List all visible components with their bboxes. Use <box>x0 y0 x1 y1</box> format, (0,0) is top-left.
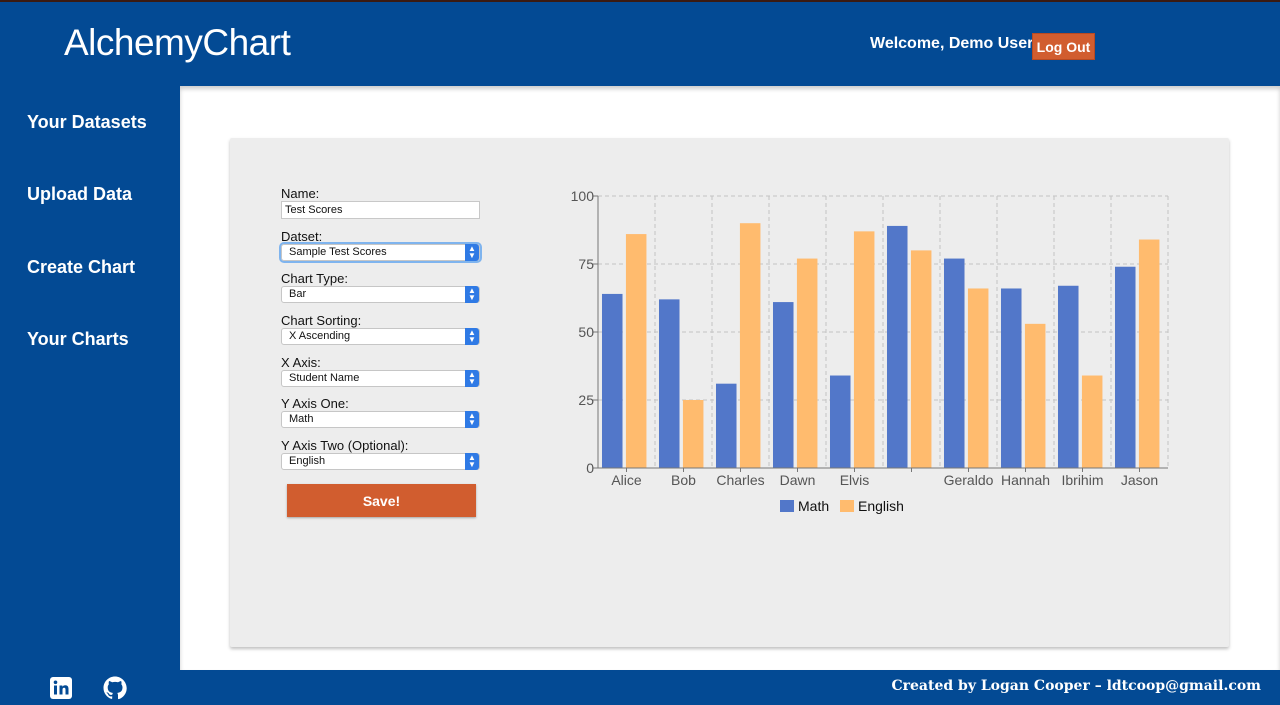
chart-type-select[interactable]: Bar ▲ ▼ <box>281 286 480 303</box>
sidebar-item-upload-data[interactable]: Upload Data <box>27 184 132 205</box>
x-tick-label: Charles <box>716 472 764 488</box>
github-icon[interactable] <box>103 676 127 700</box>
x-axis-select-value: Student Name <box>289 372 360 384</box>
y-axis-two-select-value: English <box>289 455 326 467</box>
bar-chart: 0 25 50 75 100 Alice Bob Charles Dawn Elvis Gerald… <box>571 188 1169 514</box>
legend-swatch-english <box>840 500 854 512</box>
name-input[interactable]: Test Scores <box>281 201 480 219</box>
name-label: Name: <box>281 186 320 201</box>
x-axis-label: X Axis: <box>281 355 321 370</box>
select-arrows-icon: ▲ ▼ <box>465 244 479 261</box>
legend-label-english: English <box>858 498 904 514</box>
bar-english-alice[interactable] <box>625 234 647 468</box>
bar-english-dawn[interactable] <box>796 258 818 468</box>
chart-sorting-label: Chart Sorting: <box>281 313 362 328</box>
bar-math-ibrihim[interactable] <box>1057 285 1079 468</box>
dataset-select[interactable]: Sample Test Scores ▲ ▼ <box>279 242 482 263</box>
bar-math-jason[interactable] <box>1114 266 1136 468</box>
bar-math-bob[interactable] <box>658 299 680 468</box>
footer-credit[interactable]: Created by Logan Cooper – ldtcoop@gmail.… <box>892 678 1262 694</box>
sidebar-item-create-chart[interactable]: Create Chart <box>27 257 135 278</box>
x-tick-label: Alice <box>611 472 642 488</box>
y-tick-label: 100 <box>571 188 595 204</box>
x-tick-label: Hannah <box>1001 472 1050 488</box>
dataset-select-value: Sample Test Scores <box>289 246 387 258</box>
bar-math-elvis[interactable] <box>829 375 851 468</box>
legend-label-math: Math <box>798 498 829 514</box>
bar-math-frank[interactable] <box>886 225 908 468</box>
y-axis-two-select[interactable]: English ▲ ▼ <box>281 453 480 470</box>
y-axis-one-select-value: Math <box>289 413 314 425</box>
select-arrows-icon: ▲ ▼ <box>465 286 479 303</box>
y-tick-label: 0 <box>586 460 594 476</box>
footer: Created by Logan Cooper – ldtcoop@gmail.… <box>0 670 1280 705</box>
bar-english-bob[interactable] <box>682 400 704 468</box>
x-tick-label: Geraldo <box>944 472 994 488</box>
bar-math-alice[interactable] <box>601 293 623 468</box>
top-header: AlchemyChart Welcome, Demo User Log Out <box>0 0 1280 86</box>
y-axis-one-label: Y Axis One: <box>281 396 349 411</box>
select-arrows-icon: ▲ ▼ <box>465 453 479 470</box>
welcome-text: Welcome, Demo User <box>870 35 1034 52</box>
legend-swatch-math <box>780 500 794 512</box>
dataset-label: Datset: <box>281 229 323 244</box>
main-content: Name: Test Scores Datset: Sample Test Sc… <box>180 86 1280 670</box>
logout-button[interactable]: Log Out <box>1032 33 1095 60</box>
bar-math-dawn[interactable] <box>772 302 794 468</box>
y-axis-one-select[interactable]: Math ▲ ▼ <box>281 411 480 428</box>
bar-english-charles[interactable] <box>739 223 761 468</box>
sidebar-nav: Your Datasets Upload Data Create Chart Y… <box>0 86 180 670</box>
app-brand[interactable]: AlchemyChart <box>64 22 291 64</box>
save-button[interactable]: Save! <box>287 484 476 517</box>
chart-sorting-select[interactable]: X Ascending ▲ ▼ <box>281 328 480 345</box>
chart-sorting-select-value: X Ascending <box>289 330 351 342</box>
bar-english-hannah[interactable] <box>1024 323 1046 468</box>
x-tick-label: Bob <box>671 472 696 488</box>
select-arrows-icon: ▲ ▼ <box>465 328 479 345</box>
y-axis-two-label: Y Axis Two (Optional): <box>281 438 409 453</box>
bar-math-geraldo[interactable] <box>943 258 965 468</box>
x-tick-label: Jason <box>1121 472 1158 488</box>
y-tick-label: 75 <box>578 256 594 272</box>
bar-english-elvis[interactable] <box>853 231 875 468</box>
linkedin-icon[interactable] <box>49 676 73 700</box>
x-tick-label: Elvis <box>840 472 870 488</box>
chart-type-select-value: Bar <box>289 288 307 300</box>
bar-english-ibrihim[interactable] <box>1081 375 1103 468</box>
bar-english-geraldo[interactable] <box>967 288 989 468</box>
sidebar-item-your-datasets[interactable]: Your Datasets <box>27 112 147 133</box>
x-tick-label: Ibrihim <box>1061 472 1103 488</box>
chart-builder-panel: Name: Test Scores Datset: Sample Test Sc… <box>230 138 1229 647</box>
x-tick-label: Dawn <box>780 472 816 488</box>
bar-math-hannah[interactable] <box>1000 288 1022 468</box>
select-arrows-icon: ▲ ▼ <box>465 370 479 387</box>
select-arrows-icon: ▲ ▼ <box>465 411 479 428</box>
bar-english-frank[interactable] <box>910 250 932 468</box>
y-tick-label: 25 <box>578 392 594 408</box>
bar-math-charles[interactable] <box>715 383 737 468</box>
y-tick-label: 50 <box>578 324 594 340</box>
sidebar-item-your-charts[interactable]: Your Charts <box>27 329 129 350</box>
chart-type-label: Chart Type: <box>281 271 348 286</box>
bar-english-jason[interactable] <box>1138 239 1160 468</box>
x-axis-select[interactable]: Student Name ▲ ▼ <box>281 370 480 387</box>
